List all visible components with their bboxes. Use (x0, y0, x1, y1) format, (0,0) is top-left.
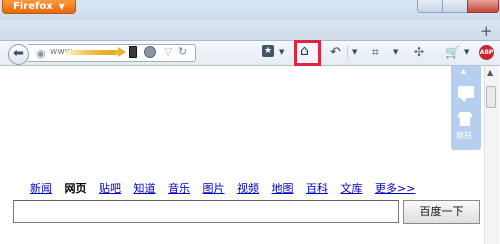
nav-link-images[interactable]: 图片 (203, 182, 225, 195)
chevron-down-icon[interactable]: ▼ (464, 48, 469, 56)
chevron-down-icon[interactable]: ▼ (352, 48, 357, 56)
nav-link-map[interactable]: 地图 (272, 182, 294, 195)
cart-icon[interactable]: 🛒 (445, 45, 460, 59)
nav-link-video[interactable]: 视频 (237, 182, 259, 195)
chevron-down-icon: ▼ (58, 2, 65, 11)
nav-link-news[interactable]: 新闻 (30, 182, 52, 195)
undo-icon[interactable]: ↶ (330, 45, 341, 60)
search-input[interactable] (13, 200, 399, 223)
nav-link-tieba[interactable]: 贴吧 (99, 182, 121, 195)
clock-icon[interactable] (144, 46, 156, 58)
url-redaction-arrow (118, 47, 126, 57)
scroll-up-arrow-icon[interactable]: ▲ (487, 68, 493, 77)
nav-link-more[interactable]: 更多>> (375, 182, 415, 195)
share-icon[interactable]: ✣ (414, 45, 424, 59)
close-button[interactable] (467, 0, 499, 13)
nav-link-wenku[interactable]: 文库 (341, 182, 363, 195)
chevron-down-icon[interactable]: ▼ (279, 48, 284, 56)
skin-label[interactable]: 换肤 (456, 130, 472, 141)
scrollbar-thumb[interactable] (486, 86, 496, 108)
tab-strip (0, 20, 500, 41)
chat-icon[interactable] (458, 86, 474, 102)
phone-icon[interactable] (129, 46, 137, 58)
divider (347, 45, 348, 59)
nav-link-zhidao[interactable]: 知道 (134, 182, 156, 195)
crop-icon[interactable]: ⌗ (372, 45, 379, 60)
nav-item-web-current: 网页 (64, 182, 87, 195)
reload-icon[interactable]: ↻ (178, 45, 187, 58)
bookmarks-menu-icon[interactable]: ★ (262, 45, 274, 57)
firefox-menu-button[interactable]: Firefox ▼ (2, 0, 76, 14)
nav-link-music[interactable]: 音乐 (168, 182, 190, 195)
minimize-button[interactable] (417, 0, 443, 13)
new-tab-button[interactable]: + (480, 22, 493, 40)
chevron-up-icon[interactable]: ▴ (461, 66, 466, 77)
nav-link-baike[interactable]: 百科 (306, 182, 328, 195)
baidu-nav: 新闻 网页 贴吧 知道 音乐 图片 视频 地图 百科 文库 更多>> (30, 180, 424, 196)
search-button[interactable]: 百度一下 (403, 200, 480, 224)
url-redaction (65, 50, 125, 55)
back-icon[interactable]: ⬅ (8, 44, 29, 65)
maximize-button[interactable] (442, 0, 468, 13)
home-icon[interactable]: ⌂ (300, 43, 309, 59)
adblock-icon[interactable]: ABP (479, 45, 494, 60)
chevron-down-icon[interactable]: ▼ (393, 48, 398, 56)
globe-icon: ◉ (36, 47, 46, 60)
star-icon[interactable]: ▽ (164, 45, 172, 58)
firefox-menu-label: Firefox (13, 1, 53, 12)
